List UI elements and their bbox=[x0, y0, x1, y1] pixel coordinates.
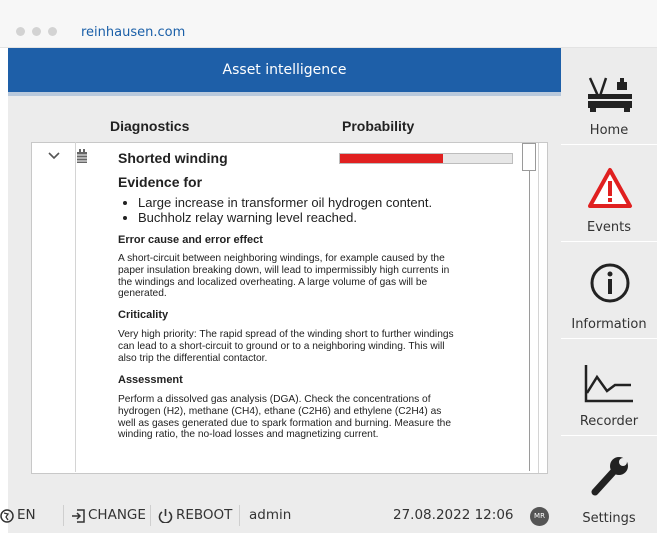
globe-icon bbox=[0, 509, 14, 523]
chart-line-icon bbox=[584, 365, 633, 403]
transformer-icon bbox=[77, 149, 87, 163]
evidence-item: Large increase in transformer oil hydrog… bbox=[138, 195, 498, 210]
window-dot bbox=[16, 27, 25, 36]
sidebar-item-recorder[interactable]: Recorder bbox=[561, 339, 657, 436]
sidebar-item-label: Home bbox=[589, 123, 629, 138]
section-heading: Assessment bbox=[118, 374, 183, 386]
status-divider bbox=[239, 505, 240, 526]
sidebar-item-settings[interactable]: Settings bbox=[561, 436, 657, 533]
diagnostics-column-header: Diagnostics bbox=[110, 118, 190, 134]
probability-column-header: Probability bbox=[342, 118, 415, 134]
language-label: EN bbox=[17, 507, 36, 523]
mr-logo: MR bbox=[530, 507, 549, 526]
diagnosis-title[interactable]: Shorted winding bbox=[118, 150, 228, 166]
section-text: A short-circuit between neighboring wind… bbox=[118, 253, 450, 300]
section-heading: Error cause and error effect bbox=[118, 234, 263, 246]
header-strip bbox=[8, 92, 561, 96]
probability-bar bbox=[339, 153, 513, 164]
window-dot bbox=[32, 27, 41, 36]
evidence-heading: Evidence for bbox=[118, 174, 203, 190]
evidence-list: Large increase in transformer oil hydrog… bbox=[118, 195, 498, 225]
power-icon bbox=[158, 509, 173, 523]
sidebar-item-label: Recorder bbox=[579, 414, 639, 429]
sidebar-item-label: Information bbox=[571, 317, 647, 332]
info-icon bbox=[590, 263, 630, 303]
status-divider bbox=[150, 505, 151, 526]
status-bar: EN CHANGE REBOOT admin 27.08.2022 12:06 … bbox=[0, 505, 561, 533]
probability-fill bbox=[340, 154, 444, 163]
browser-bar: reinhausen.com bbox=[0, 0, 657, 48]
user-name: admin bbox=[249, 507, 292, 523]
change-label: CHANGE bbox=[88, 507, 146, 523]
diagnostics-list[interactable]: Shorted winding Evidence for Large incre… bbox=[31, 142, 548, 474]
chevron-down-icon[interactable] bbox=[48, 151, 60, 161]
transformer-home-icon bbox=[588, 77, 632, 112]
icon-column-divider bbox=[75, 142, 76, 472]
sidebar-item-information[interactable]: Information bbox=[561, 242, 657, 339]
evidence-item: Buchholz relay warning level reached. bbox=[138, 210, 498, 225]
section-heading: Criticality bbox=[118, 309, 169, 321]
sidebar-item-label: Events bbox=[586, 220, 631, 235]
wrench-icon bbox=[591, 457, 628, 496]
sidebar: Home Events Information Recorder Setting… bbox=[561, 48, 657, 533]
page-title: Asset intelligence bbox=[8, 48, 561, 92]
sidebar-item-home[interactable]: Home bbox=[561, 48, 657, 145]
login-icon bbox=[72, 509, 85, 523]
scrollbar-thumb[interactable] bbox=[522, 143, 536, 171]
main-panel: Asset intelligence Diagnostics Probabili… bbox=[8, 48, 561, 533]
status-divider bbox=[63, 505, 64, 526]
datetime: 27.08.2022 12:06 bbox=[393, 507, 514, 523]
window-dot bbox=[48, 27, 57, 36]
warning-icon bbox=[588, 168, 632, 208]
sidebar-item-label: Settings bbox=[582, 511, 636, 526]
scrollbar-track[interactable] bbox=[529, 171, 530, 471]
section-text: Very high priority: The rapid spread of … bbox=[118, 329, 454, 364]
scrollbar-divider bbox=[538, 143, 539, 473]
section-text: Perform a dissolved gas analysis (DGA). … bbox=[118, 394, 451, 441]
sidebar-item-events[interactable]: Events bbox=[561, 145, 657, 242]
url-text[interactable]: reinhausen.com bbox=[81, 25, 185, 40]
reboot-label: REBOOT bbox=[176, 507, 233, 523]
